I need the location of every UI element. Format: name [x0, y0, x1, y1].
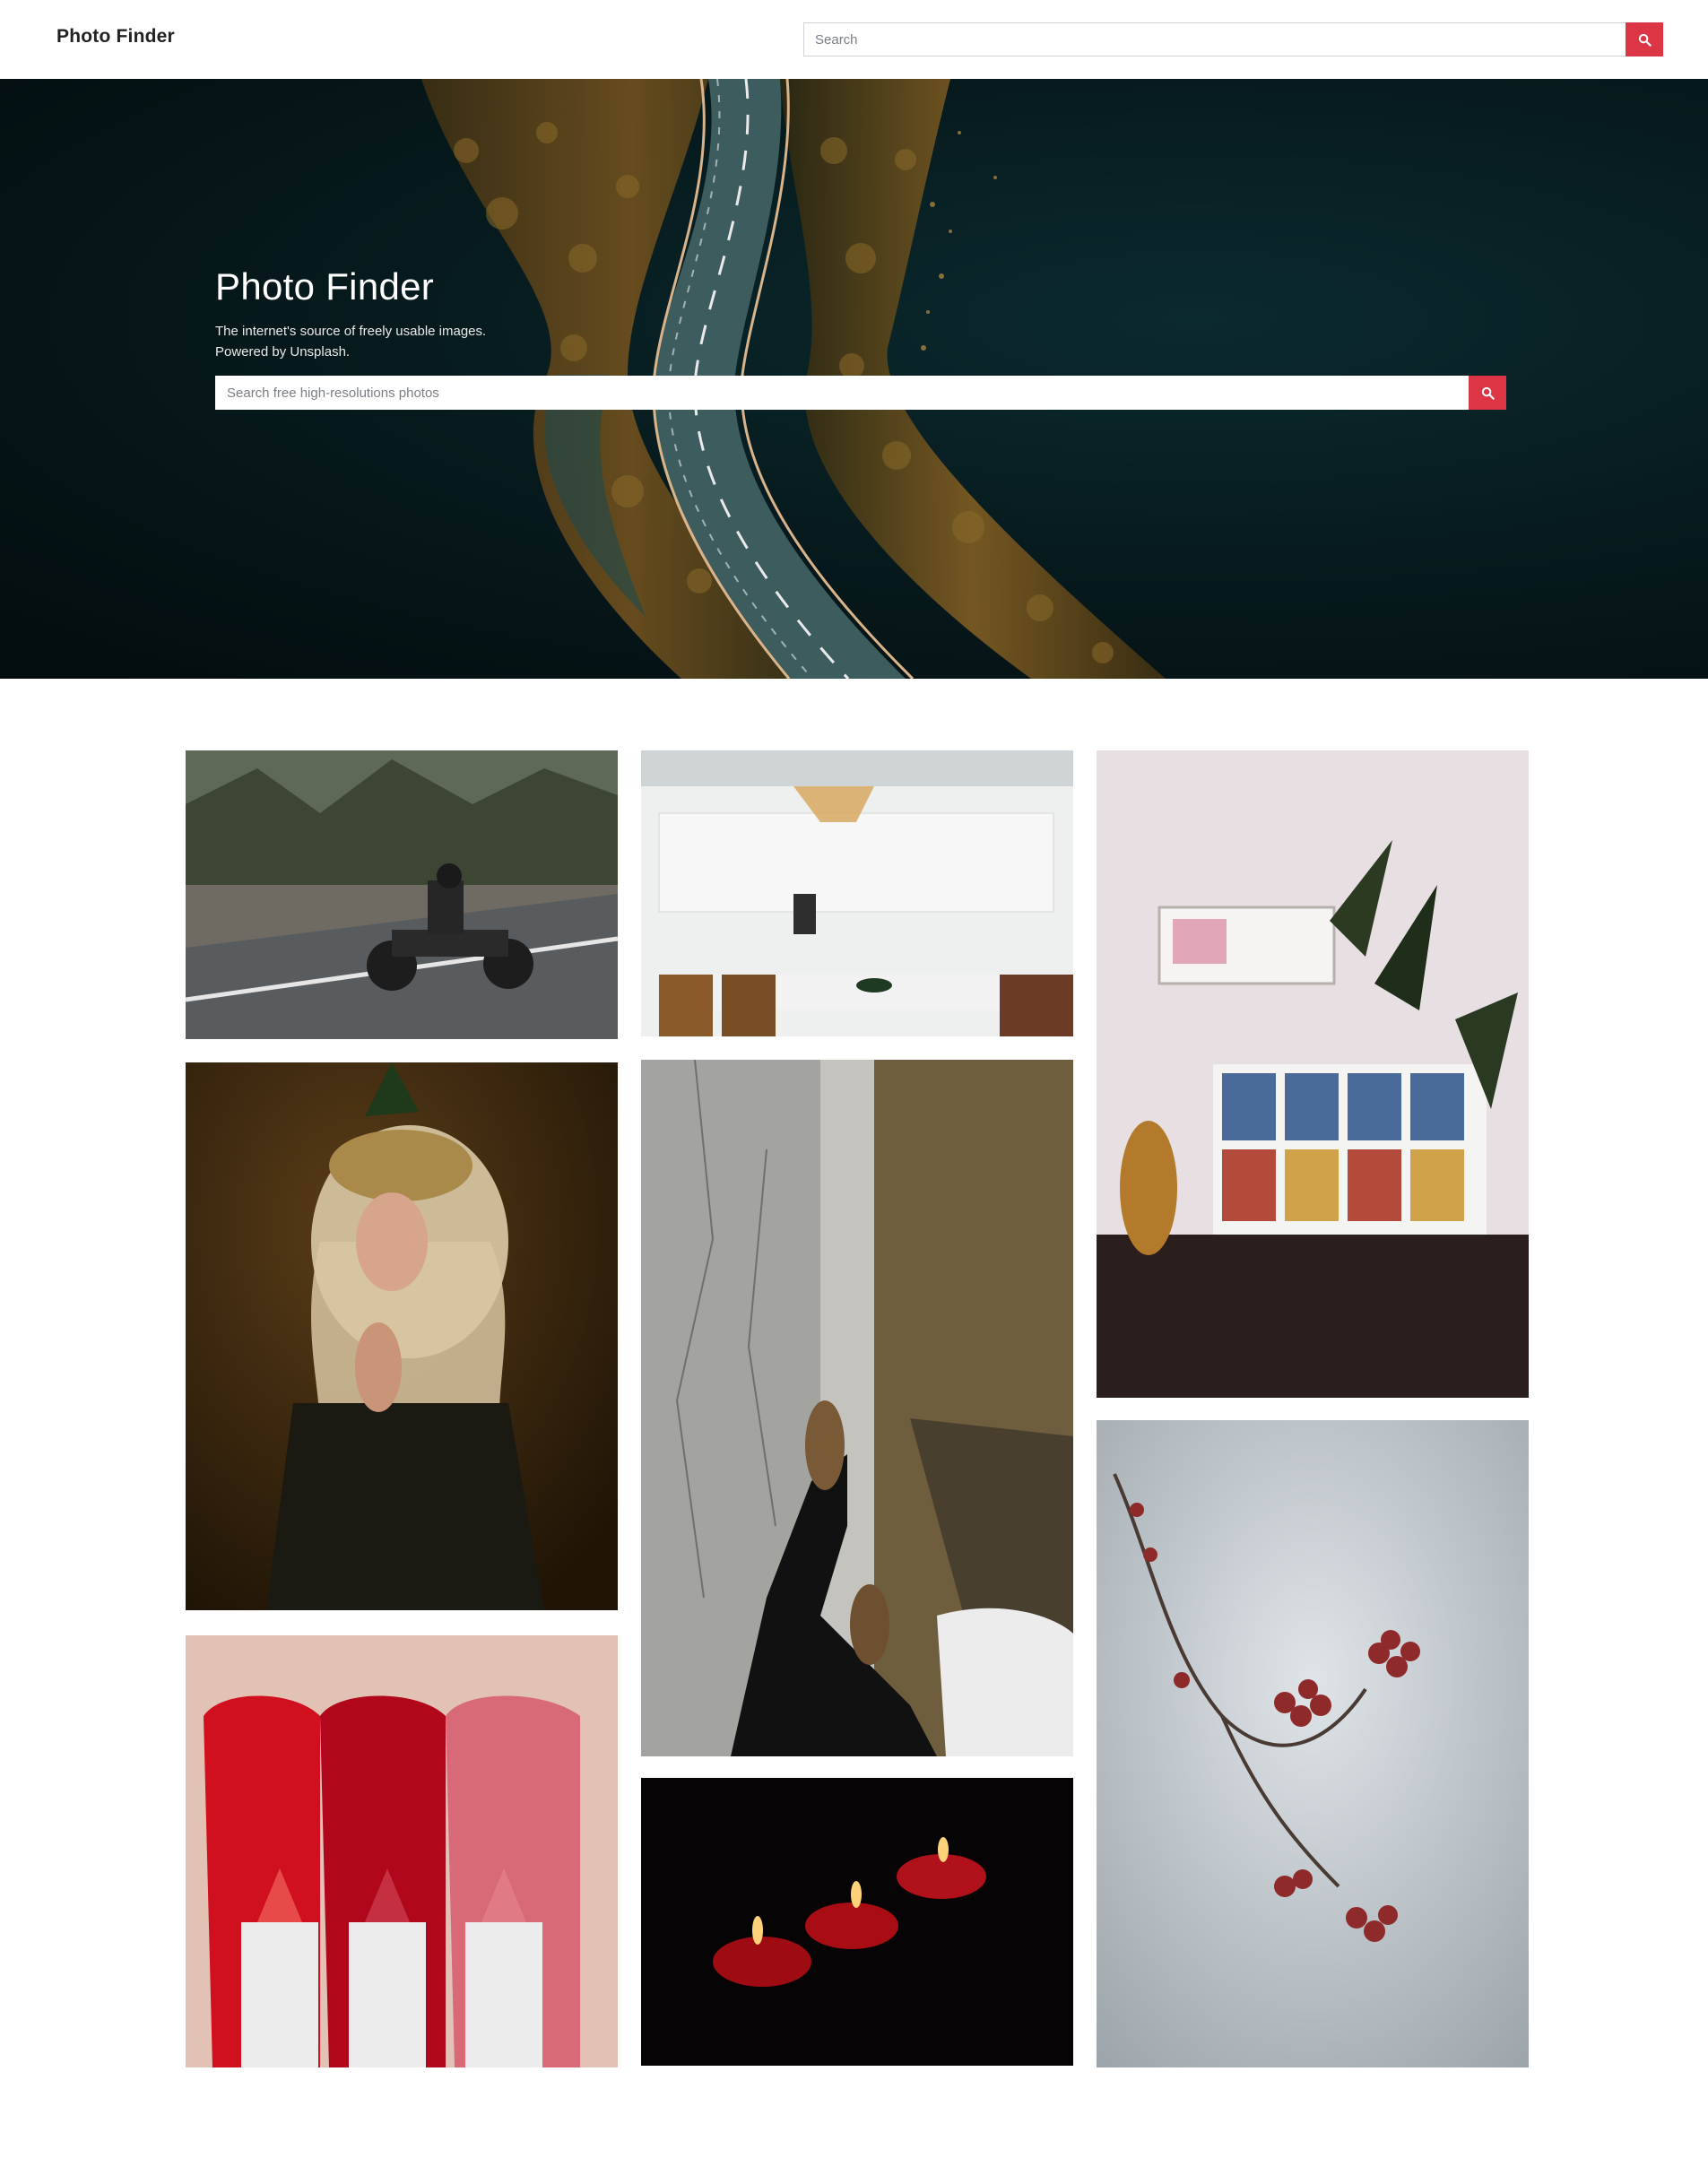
- hero-banner: Photo Finder The internet's source of fr…: [0, 79, 1708, 679]
- walking-feet-sidewalk-photo[interactable]: [641, 1060, 1073, 1756]
- hero-search-button[interactable]: [1469, 376, 1506, 410]
- navbar-brand[interactable]: Photo Finder: [56, 26, 175, 48]
- search-icon: [1638, 33, 1652, 47]
- navbar-search-button[interactable]: [1626, 22, 1663, 56]
- hero-search-form: [215, 376, 1506, 410]
- hero-title: Photo Finder: [215, 265, 435, 308]
- navbar: Photo Finder: [0, 0, 1708, 79]
- motorcycle-rider-photo[interactable]: [186, 750, 618, 1039]
- navbar-search-input[interactable]: [803, 22, 1626, 56]
- masquerade-mask-woman-photo[interactable]: [186, 1062, 618, 1610]
- hero-subtitle-line-2: Powered by Unsplash.: [215, 344, 351, 360]
- red-berries-branch-photo[interactable]: [1097, 1420, 1529, 2067]
- hero-search-input[interactable]: [215, 376, 1469, 410]
- red-candles-photo[interactable]: [641, 1778, 1073, 2066]
- hero-subtitle-line-1: The internet's source of freely usable i…: [215, 324, 487, 339]
- white-kitchen-interior-photo[interactable]: [641, 750, 1073, 1036]
- search-icon: [1481, 386, 1495, 400]
- navbar-search-form: [803, 22, 1663, 56]
- bookshelf-plants-room-photo[interactable]: [1097, 750, 1529, 1398]
- hero-subtitle: The internet's source of freely usable i…: [215, 321, 486, 362]
- lipstick-swatches-photo[interactable]: [186, 1635, 618, 2067]
